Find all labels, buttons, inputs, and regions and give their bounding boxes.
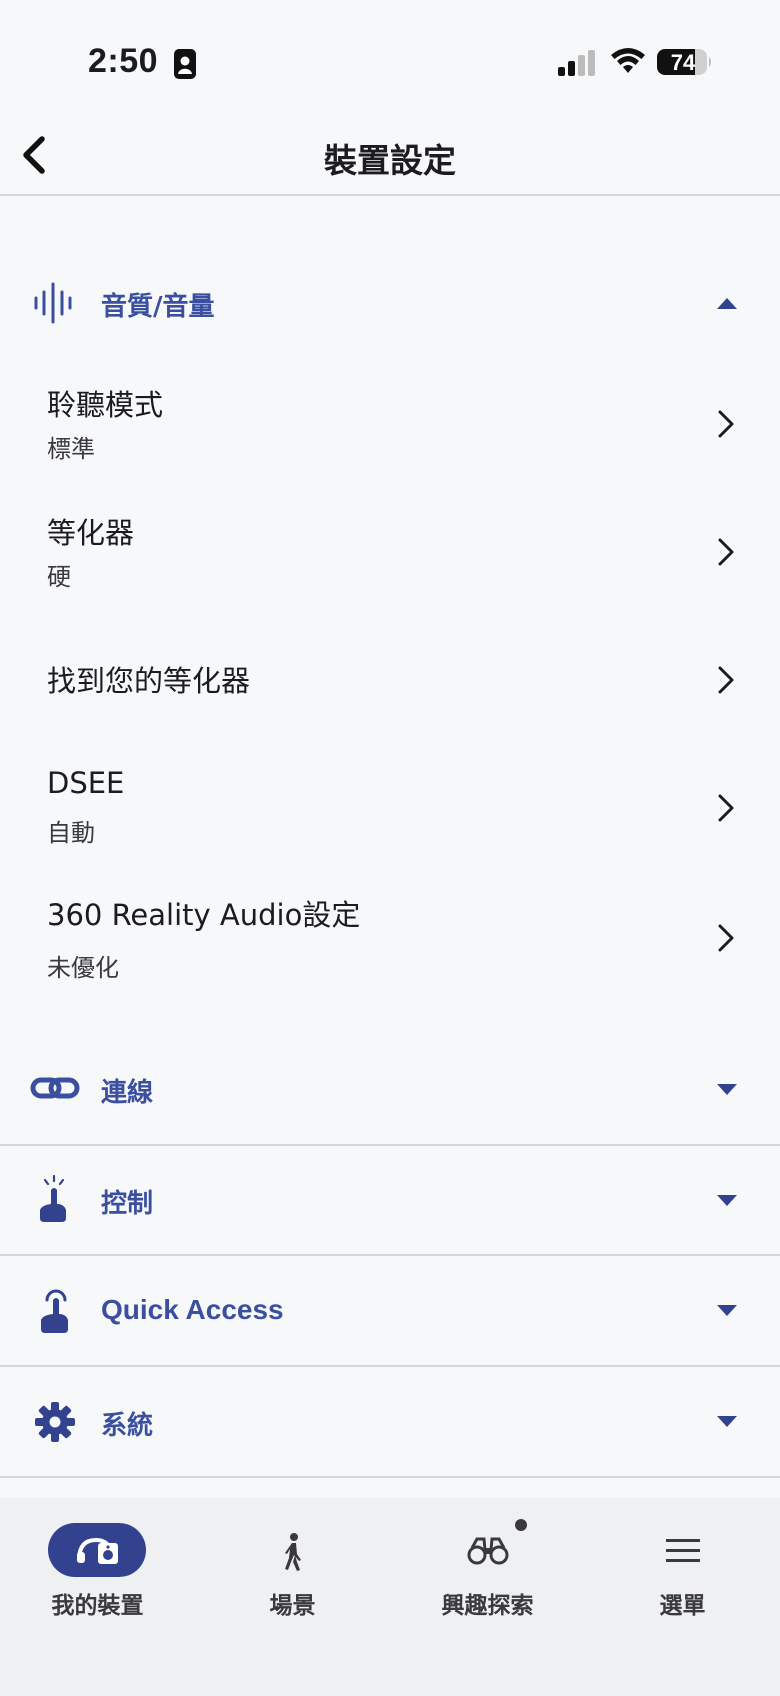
list-item-equalizer[interactable]: 等化器 硬 <box>0 500 780 620</box>
section-connection-label: 連線 <box>101 1078 154 1108</box>
list-item-find-equalizer[interactable]: 找到您的等化器 <box>0 628 780 728</box>
caret-down-icon <box>717 1084 737 1095</box>
list-item-360-reality-audio[interactable]: 360 Reality Audio設定 未優化 <box>0 880 780 1010</box>
section-sound-label: 音質/音量 <box>101 292 215 322</box>
chevron-right-icon <box>718 794 734 822</box>
chevron-right-icon <box>718 924 734 952</box>
chevron-right-icon <box>718 666 734 694</box>
row-title: 找到您的等化器 <box>47 664 251 698</box>
section-control-label: 控制 <box>101 1189 154 1219</box>
section-quick-access[interactable]: Quick Access <box>0 1256 780 1367</box>
section-connection[interactable]: 連線 <box>0 1035 780 1146</box>
caret-down-icon <box>717 1195 737 1206</box>
tap-gesture-icon <box>40 1174 66 1222</box>
chevron-right-icon <box>718 538 734 566</box>
list-item-dsee[interactable]: DSEE 自動 <box>0 756 780 876</box>
caret-down-icon <box>717 1305 737 1316</box>
cellular-signal-icon <box>558 50 595 76</box>
section-quick-access-label: Quick Access <box>101 1294 284 1325</box>
row-value: 自動 <box>47 819 95 847</box>
binoculars-icon <box>467 1537 509 1565</box>
menu-icon <box>666 1539 700 1562</box>
battery-level: 74 <box>670 50 696 75</box>
contact-card-icon <box>174 49 196 79</box>
status-bar: 2:50 74 <box>0 0 780 120</box>
tab-label: 我的裝置 <box>51 1593 144 1619</box>
row-title: DSEE <box>47 766 125 800</box>
row-value: 標準 <box>47 435 95 463</box>
section-sound[interactable]: 音質/音量 <box>0 248 780 358</box>
tab-scenes[interactable]: 場景 <box>195 1498 390 1638</box>
waveform-icon <box>34 282 72 324</box>
page-title: 裝置設定 <box>324 141 456 180</box>
nav-bar: 裝置設定 <box>0 120 780 196</box>
section-control[interactable]: 控制 <box>0 1146 780 1256</box>
row-title: 360 Reality Audio設定 <box>47 898 361 932</box>
tab-discover[interactable]: 興趣探索 <box>390 1498 585 1638</box>
section-system[interactable]: 系統 <box>0 1367 780 1478</box>
tab-label: 選單 <box>659 1593 706 1619</box>
row-title: 聆聽模式 <box>47 388 164 422</box>
walking-person-icon <box>285 1533 301 1571</box>
hand-press-icon <box>41 1289 68 1333</box>
caret-up-icon <box>717 298 737 309</box>
section-system-label: 系統 <box>101 1411 154 1441</box>
tab-label: 興趣探索 <box>441 1593 534 1619</box>
status-time: 2:50 <box>88 42 159 80</box>
notification-dot <box>515 1519 527 1531</box>
tab-label: 場景 <box>269 1593 316 1619</box>
row-value: 硬 <box>47 563 71 591</box>
wifi-icon <box>611 48 645 73</box>
tab-bar: 我的裝置 場景 興趣探索 選單 <box>0 1498 780 1696</box>
tab-my-device[interactable]: 我的裝置 <box>0 1498 195 1638</box>
caret-down-icon <box>717 1416 737 1427</box>
tab-menu[interactable]: 選單 <box>585 1498 780 1638</box>
row-title: 等化器 <box>47 516 135 550</box>
row-value: 未優化 <box>47 954 119 982</box>
list-item-listening-mode[interactable]: 聆聽模式 標準 <box>0 372 780 492</box>
headphones-speaker-icon <box>77 1537 118 1564</box>
chevron-right-icon <box>718 410 734 438</box>
link-icon <box>30 1077 80 1099</box>
gear-icon <box>35 1402 75 1442</box>
